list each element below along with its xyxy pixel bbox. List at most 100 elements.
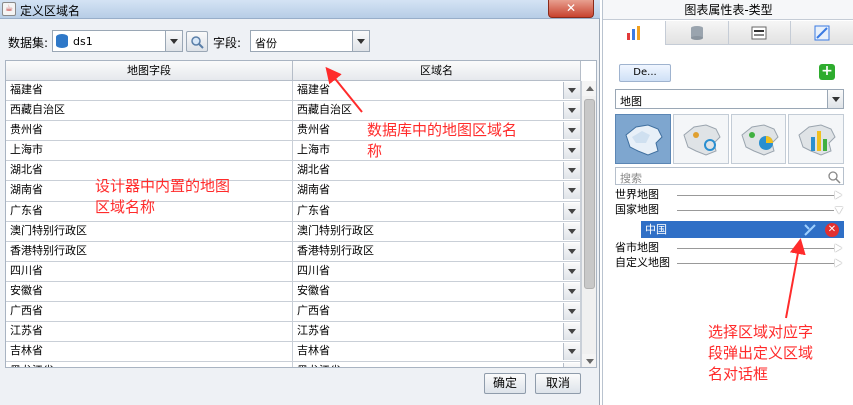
table-row[interactable]: 西藏自治区 西藏自治区 bbox=[6, 101, 581, 122]
column-header-map-field[interactable]: 地图字段 bbox=[6, 61, 293, 81]
ok-button[interactable]: 确定 bbox=[484, 373, 526, 394]
chevron-down-icon[interactable] bbox=[352, 31, 369, 51]
database-icon bbox=[56, 34, 68, 48]
region-name-select[interactable]: 江苏省 bbox=[293, 322, 581, 343]
region-name-value: 贵州省 bbox=[297, 123, 330, 137]
region-name-value: 广东省 bbox=[297, 203, 330, 217]
dataset-label: 数据集: bbox=[8, 36, 49, 50]
search-icon[interactable] bbox=[827, 170, 841, 184]
map-bar-thumb[interactable] bbox=[788, 114, 844, 164]
region-name-select[interactable]: 湖南省 bbox=[293, 181, 581, 202]
field-label: 字段: bbox=[213, 36, 242, 50]
region-name-value: 吉林省 bbox=[297, 344, 330, 358]
dialog-title: 定义区域名 bbox=[20, 4, 81, 18]
tree-item-label: 省市地图 bbox=[615, 240, 659, 254]
tab-effects[interactable] bbox=[791, 21, 853, 45]
dialog-titlebar[interactable]: ☕ 定义区域名 ✕ bbox=[0, 0, 600, 19]
region-name-value: 四川省 bbox=[297, 263, 330, 277]
chevron-right-icon[interactable] bbox=[835, 258, 842, 267]
panel-tabs bbox=[603, 21, 853, 45]
scroll-thumb[interactable] bbox=[584, 99, 595, 289]
dataset-select[interactable]: ds1 bbox=[52, 30, 183, 52]
tree-item-province-map[interactable]: 省市地图 bbox=[615, 241, 844, 256]
region-name-select[interactable]: 湖北省 bbox=[293, 161, 581, 182]
chevron-down-icon[interactable] bbox=[563, 202, 580, 220]
table-row[interactable]: 江苏省 江苏省 bbox=[6, 322, 581, 343]
chevron-down-icon[interactable] bbox=[835, 207, 843, 215]
column-header-region-name[interactable]: 区域名 bbox=[293, 61, 581, 81]
chevron-down-icon[interactable] bbox=[165, 31, 182, 51]
dataset-value: ds1 bbox=[73, 35, 93, 48]
delete-icon[interactable]: ✕ bbox=[825, 222, 839, 237]
chevron-down-icon[interactable] bbox=[563, 122, 580, 140]
annotation-select-region: 选择区域对应字 段弹出定义区域 名对话框 bbox=[708, 322, 813, 385]
chevron-down-icon[interactable] bbox=[563, 343, 580, 361]
dialog-footer: 确定 取消 bbox=[0, 368, 600, 405]
region-name-select[interactable]: 福建省 bbox=[293, 81, 581, 102]
table-row[interactable]: 香港特别行政区 香港特别行政区 bbox=[6, 241, 581, 262]
region-name-select[interactable]: 澳门特别行政区 bbox=[293, 221, 581, 242]
region-name-value: 湖北省 bbox=[297, 163, 330, 177]
dataset-search-button[interactable] bbox=[186, 31, 208, 52]
region-name-select[interactable]: 吉林省 bbox=[293, 342, 581, 363]
table-row[interactable]: 吉林省 吉林省 bbox=[6, 342, 581, 363]
table-row[interactable]: 福建省 福建省 bbox=[6, 81, 581, 102]
region-name-select[interactable]: 四川省 bbox=[293, 261, 581, 282]
annotation-line: 段弹出定义区域 bbox=[708, 344, 814, 362]
chevron-down-icon[interactable] bbox=[563, 102, 580, 120]
scroll-down-arrow[interactable] bbox=[582, 354, 596, 367]
chevron-down-icon[interactable] bbox=[563, 222, 580, 240]
table-row[interactable]: 湖南省 湖南省 bbox=[6, 181, 581, 202]
table-row[interactable]: 安徽省 安徽省 bbox=[6, 281, 581, 303]
table-row[interactable]: 四川省 四川省 bbox=[6, 261, 581, 282]
chevron-down-icon[interactable] bbox=[563, 82, 580, 99]
chevron-right-icon[interactable] bbox=[835, 243, 842, 252]
de-button[interactable]: De... bbox=[619, 64, 671, 82]
region-name-select[interactable]: 广西省 bbox=[293, 302, 581, 323]
region-name-select[interactable]: 西藏自治区 bbox=[293, 101, 581, 122]
region-name-value: 上海市 bbox=[297, 143, 330, 157]
plus-icon[interactable]: + bbox=[819, 64, 835, 80]
close-button[interactable]: ✕ bbox=[548, 0, 594, 18]
vertical-scrollbar[interactable] bbox=[581, 81, 596, 367]
chevron-down-icon[interactable] bbox=[563, 182, 580, 200]
field-select[interactable]: 省份 bbox=[250, 30, 370, 52]
table-row[interactable]: 广东省 广东省 bbox=[6, 201, 581, 222]
map-pie-thumb[interactable] bbox=[730, 114, 787, 164]
table-row[interactable]: 湖北省 湖北省 bbox=[6, 161, 581, 182]
region-name-select[interactable]: 安徽省 bbox=[293, 281, 581, 303]
chart-type-select[interactable]: 地图 bbox=[615, 89, 844, 109]
tab-data[interactable] bbox=[665, 21, 729, 45]
chevron-down-icon[interactable] bbox=[563, 242, 580, 260]
chevron-right-icon[interactable] bbox=[835, 191, 842, 199]
map-field-cell: 澳门特别行政区 bbox=[6, 221, 293, 242]
chevron-down-icon[interactable] bbox=[563, 303, 580, 321]
map-search-input[interactable]: 搜索 bbox=[615, 167, 844, 185]
edit-icon[interactable] bbox=[803, 223, 817, 237]
region-name-select[interactable]: 广东省 bbox=[293, 201, 581, 222]
cancel-button[interactable]: 取消 bbox=[535, 373, 581, 394]
chevron-down-icon[interactable] bbox=[827, 90, 843, 108]
scroll-up-arrow[interactable] bbox=[582, 81, 596, 96]
tree-item-china[interactable]: 中国 ✕ bbox=[615, 220, 844, 239]
tree-item-world-map[interactable]: 世界地图 bbox=[615, 188, 844, 203]
tree-item-country-map[interactable]: 国家地图 bbox=[615, 203, 844, 218]
map-china-thumb[interactable] bbox=[615, 114, 671, 164]
table-row[interactable]: 广西省 广西省 bbox=[6, 302, 581, 323]
tree-connector bbox=[677, 247, 834, 249]
tab-style[interactable] bbox=[728, 21, 792, 45]
chevron-down-icon[interactable] bbox=[563, 262, 580, 280]
table-row[interactable]: 澳门特别行政区 澳门特别行政区 bbox=[6, 221, 581, 242]
chevron-down-icon[interactable] bbox=[563, 162, 580, 180]
map-field-cell: 广西省 bbox=[6, 302, 293, 323]
chevron-down-icon[interactable] bbox=[563, 282, 580, 300]
annotation-line: 选择区域对应字 bbox=[708, 323, 814, 341]
tree-item-label: 中国 bbox=[645, 222, 667, 236]
tab-chart-type[interactable] bbox=[603, 21, 666, 45]
chevron-down-icon[interactable] bbox=[563, 323, 580, 341]
tree-item-custom-map[interactable]: 自定义地图 bbox=[615, 256, 844, 271]
chevron-down-icon[interactable] bbox=[563, 142, 580, 160]
map-bubble-thumb[interactable] bbox=[672, 114, 729, 164]
region-name-select[interactable]: 香港特别行政区 bbox=[293, 241, 581, 262]
effects-icon bbox=[814, 25, 830, 41]
